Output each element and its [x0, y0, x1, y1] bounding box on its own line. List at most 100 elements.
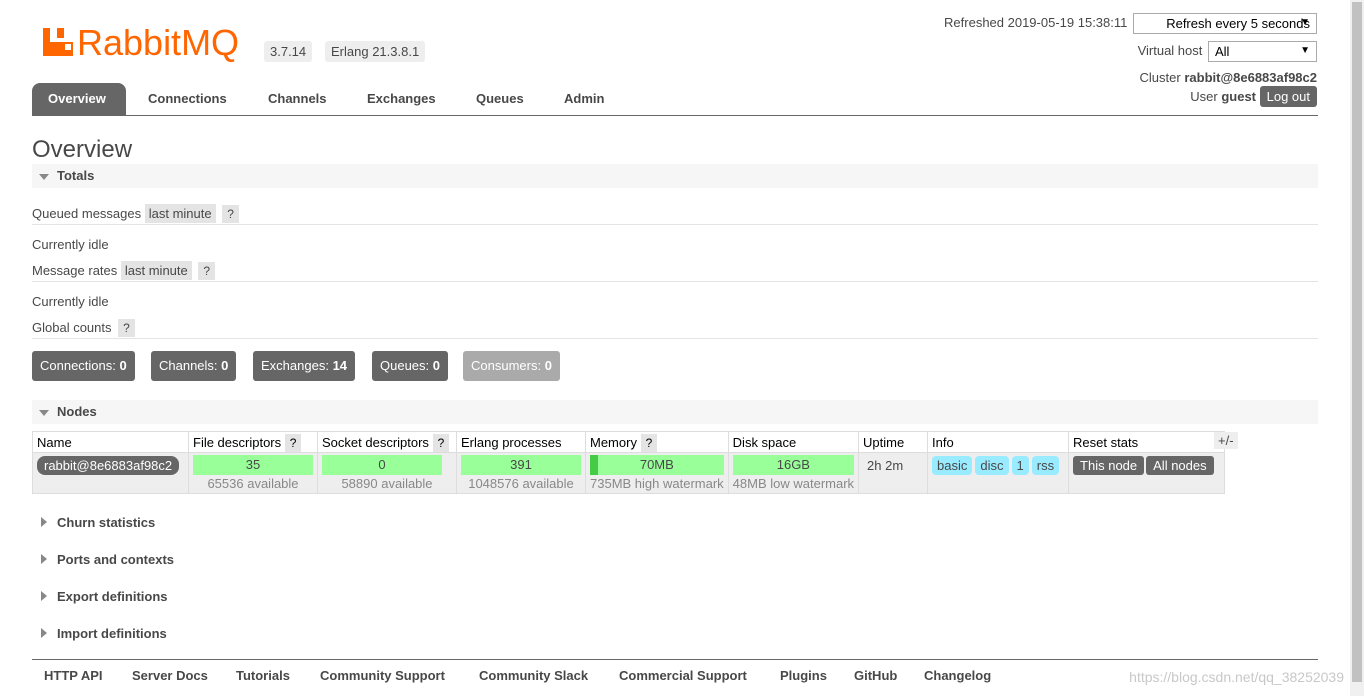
help-icon[interactable]: ?: [640, 433, 658, 452]
refresh-interval-select[interactable]: Refresh every 5 seconds ▼: [1133, 13, 1317, 34]
footer-link-plugins[interactable]: Plugins: [780, 668, 827, 683]
divider: [32, 281, 1318, 282]
divider: [32, 224, 1318, 225]
connections-count-button[interactable]: Connections: 0: [32, 351, 135, 381]
queued-range-selector[interactable]: last minute: [144, 204, 216, 223]
col-memory[interactable]: Memory ?: [585, 431, 729, 453]
watermark: https://blog.csdn.net/qq_38252039: [1129, 669, 1344, 685]
nodes-table: Name File descriptors ? Socket descripto…: [32, 431, 1226, 494]
triangle-down-icon: [39, 409, 49, 416]
export-definitions-section[interactable]: Export definitions: [32, 589, 168, 604]
tab-channels[interactable]: Channels: [252, 83, 343, 115]
disk-watermark: 48MB low watermark: [732, 476, 855, 491]
table-header-row: Name File descriptors ? Socket descripto…: [32, 431, 1226, 453]
node-name-link[interactable]: rabbit@8e6883af98c2: [37, 456, 180, 475]
channels-count-button[interactable]: Channels: 0: [151, 351, 237, 381]
file-descriptors-cell: 35 65536 available: [188, 452, 318, 494]
file-descriptors-available: 65536 available: [207, 476, 299, 491]
footer-link-community-slack[interactable]: Community Slack: [479, 668, 588, 683]
node-name-cell: rabbit@8e6883af98c2: [32, 452, 189, 494]
help-icon[interactable]: ?: [284, 433, 302, 452]
footer-link-commercial-support[interactable]: Commercial Support: [619, 668, 747, 683]
totals-section-header[interactable]: Totals: [32, 164, 1318, 188]
reset-all-nodes-button[interactable]: All nodes: [1146, 456, 1214, 475]
version-badge: 3.7.14: [264, 41, 313, 62]
footer-link-community-support[interactable]: Community Support: [320, 668, 445, 683]
rabbitmq-logo[interactable]: RabbitMQ: [43, 22, 249, 62]
chevron-down-icon: ▼: [1300, 45, 1310, 56]
col-socket-descriptors[interactable]: Socket descriptors ?: [317, 431, 457, 453]
socket-descriptors-cell: 0 58890 available: [317, 452, 457, 494]
triangle-right-icon: [41, 554, 47, 564]
erlang-processes-cell: 391 1048576 available: [456, 452, 586, 494]
churn-statistics-section[interactable]: Churn statistics: [32, 515, 155, 530]
virtual-host-select[interactable]: All ▼: [1208, 41, 1317, 62]
col-name[interactable]: Name: [32, 431, 189, 453]
message-rates-row: Message rates last minute ?: [32, 261, 216, 280]
virtual-host-label: Virtual host: [1137, 42, 1203, 58]
info-disc-badge: disc: [975, 456, 1009, 475]
ports-contexts-section[interactable]: Ports and contexts: [32, 552, 174, 567]
footer-links: HTTP API Server Docs Tutorials Community…: [32, 659, 1318, 697]
memory-cell: 70MB 735MB high watermark: [585, 452, 729, 494]
erlang-version-badge: Erlang 21.3.8.1: [325, 41, 426, 62]
triangle-down-icon: [39, 173, 49, 180]
nodes-section-header[interactable]: Nodes: [32, 400, 1318, 424]
info-cell: basic disc 1 rss: [927, 452, 1070, 494]
chevron-down-icon: ▼: [1300, 17, 1310, 28]
triangle-right-icon: [41, 591, 47, 601]
footer-link-tutorials[interactable]: Tutorials: [236, 668, 290, 683]
tab-connections[interactable]: Connections: [132, 83, 243, 115]
triangle-right-icon: [41, 517, 47, 527]
col-disk-space[interactable]: Disk space: [727, 431, 860, 453]
help-icon[interactable]: ?: [222, 205, 239, 223]
col-reset-stats[interactable]: Reset stats: [1068, 431, 1226, 453]
tab-queues[interactable]: Queues: [460, 83, 540, 115]
tab-overview[interactable]: Overview: [32, 83, 126, 115]
help-icon[interactable]: ?: [118, 319, 135, 337]
message-rates-label: Message rates: [32, 263, 118, 278]
memory-bar: 70MB: [590, 455, 724, 475]
global-counts-row: Global counts ?: [32, 319, 135, 337]
exchanges-count-button[interactable]: Exchanges: 14: [253, 351, 356, 381]
memory-watermark: 735MB high watermark: [590, 476, 724, 491]
reset-this-node-button[interactable]: This node: [1073, 456, 1145, 475]
uptime-value: 2h 2m: [867, 458, 904, 473]
info-rss-badge: rss: [1031, 456, 1060, 475]
scrollbar-thumb[interactable]: [1352, 2, 1362, 682]
footer-link-server-docs[interactable]: Server Docs: [132, 668, 208, 683]
erlang-processes-bar: 391: [461, 455, 581, 475]
uptime-cell: 2h 2m: [858, 452, 929, 494]
tab-exchanges[interactable]: Exchanges: [351, 83, 452, 115]
footer-link-http-api[interactable]: HTTP API: [44, 668, 103, 683]
disk-space-cell: 16GB 48MB low watermark: [727, 452, 860, 494]
column-toggle-button[interactable]: +/-: [1214, 432, 1238, 449]
info-count-badge: 1: [1011, 456, 1029, 475]
col-info[interactable]: Info: [927, 431, 1070, 453]
help-icon[interactable]: ?: [198, 262, 216, 280]
consumers-count-button[interactable]: Consumers: 0: [463, 351, 560, 381]
col-file-descriptors[interactable]: File descriptors ?: [188, 431, 318, 453]
refreshed-label: Refreshed 2019-05-19 15:38:11: [944, 14, 1128, 30]
queued-messages-label: Queued messages: [32, 206, 142, 221]
totals-heading: Totals: [57, 168, 95, 183]
refresh-row: Refreshed 2019-05-19 15:38:11 Refresh ev…: [944, 13, 1317, 34]
socket-descriptors-bar: 0: [322, 455, 442, 475]
footer-link-github[interactable]: GitHub: [854, 668, 897, 683]
nodes-heading: Nodes: [57, 404, 97, 419]
col-uptime[interactable]: Uptime: [858, 431, 929, 453]
col-erlang-processes[interactable]: Erlang processes: [456, 431, 586, 453]
reset-stats-cell: This node All nodes: [1068, 452, 1226, 494]
vertical-scrollbar[interactable]: [1350, 0, 1364, 696]
help-icon[interactable]: ?: [432, 433, 450, 452]
memory-used-fill: [590, 455, 598, 475]
rates-range-selector[interactable]: last minute: [120, 261, 192, 280]
rates-idle-text: Currently idle: [32, 294, 109, 309]
global-counts-label: Global counts: [32, 320, 112, 335]
queues-count-button[interactable]: Queues: 0: [372, 351, 449, 381]
import-definitions-section[interactable]: Import definitions: [32, 626, 167, 641]
erlang-processes-available: 1048576 available: [468, 476, 574, 491]
tab-admin[interactable]: Admin: [548, 83, 620, 115]
footer-link-changelog[interactable]: Changelog: [924, 668, 991, 683]
socket-descriptors-available: 58890 available: [341, 476, 433, 491]
